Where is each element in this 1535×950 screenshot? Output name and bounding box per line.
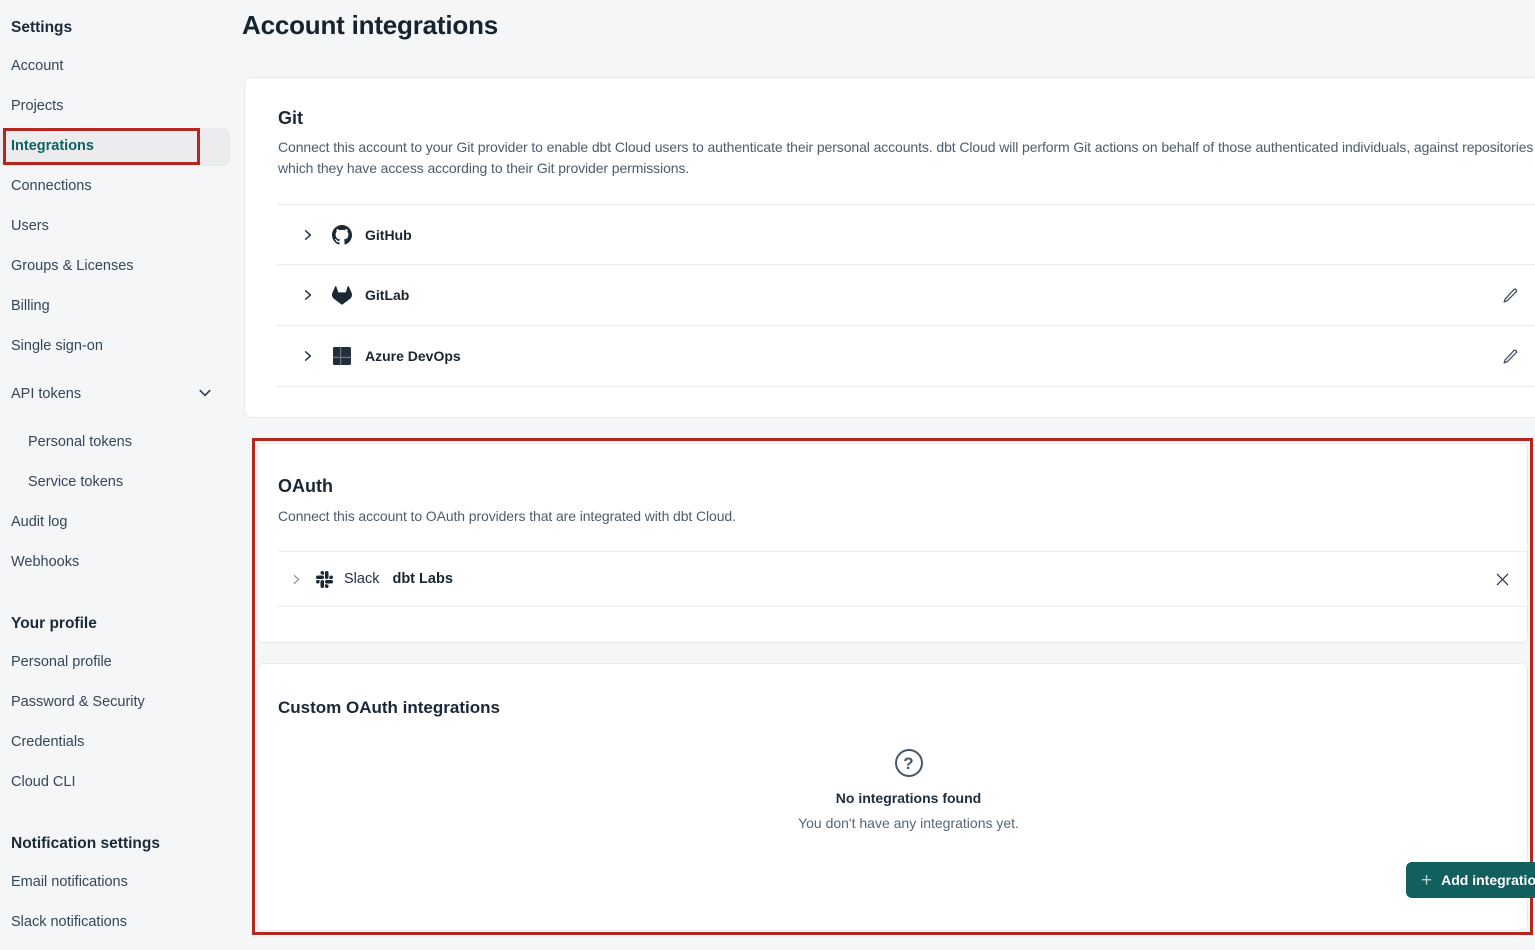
plus-icon: + (1421, 871, 1432, 890)
oauth-section-card: OAuth Connect this account to OAuth prov… (257, 443, 1528, 643)
pencil-icon (1502, 348, 1519, 365)
chevron-right-icon (289, 572, 303, 586)
sidebar-item-personal-profile[interactable]: Personal profile (11, 652, 112, 672)
github-icon (332, 225, 352, 245)
sidebar-item-groups-licenses[interactable]: Groups & Licenses (11, 256, 134, 276)
row-divider (278, 606, 1527, 607)
azure-devops-icon (333, 347, 351, 365)
sidebar-item-connections[interactable]: Connections (11, 176, 92, 196)
sidebar-heading-your-profile: Your profile (11, 614, 97, 634)
sidebar-item-projects[interactable]: Projects (11, 96, 63, 116)
sidebar-item-account[interactable]: Account (11, 56, 63, 76)
chevron-down-icon[interactable] (197, 385, 213, 401)
sidebar-item-credentials[interactable]: Credentials (11, 732, 84, 752)
row-divider (277, 386, 1535, 387)
custom-oauth-section-title: Custom OAuth integrations (278, 698, 500, 718)
oauth-section-description: Connect this account to OAuth providers … (278, 506, 1507, 527)
azure-devops-edit-button[interactable] (1497, 343, 1523, 369)
question-circle-icon: ? (895, 749, 923, 777)
git-section-card: Git Connect this account to your Git pro… (244, 77, 1535, 418)
sidebar-item-users[interactable]: Users (11, 216, 49, 236)
add-integration-button[interactable]: + Add integration (1406, 862, 1535, 898)
sidebar-item-service-tokens[interactable]: Service tokens (28, 472, 123, 492)
slack-integration-name: dbt Labs (392, 571, 452, 587)
sidebar-item-billing[interactable]: Billing (11, 296, 50, 316)
github-row[interactable]: GitHub (245, 205, 1535, 264)
settings-sidebar: Settings Account Projects Integrations C… (0, 0, 232, 950)
close-icon (1495, 572, 1510, 587)
slack-remove-button[interactable] (1489, 566, 1515, 592)
gitlab-edit-button[interactable] (1497, 282, 1523, 308)
gitlab-icon (332, 285, 352, 305)
slack-provider-label: Slack (344, 571, 379, 587)
pencil-icon (1502, 287, 1519, 304)
sidebar-item-audit-log[interactable]: Audit log (11, 512, 67, 532)
sidebar-item-password-security[interactable]: Password & Security (11, 692, 145, 712)
chevron-right-icon (301, 349, 315, 363)
sidebar-item-integrations[interactable]: Integrations (11, 136, 94, 156)
sidebar-item-personal-tokens[interactable]: Personal tokens (28, 432, 132, 452)
page-title: Account integrations (242, 10, 498, 41)
slack-oauth-row[interactable]: Slack dbt Labs (258, 552, 1527, 606)
chevron-right-icon (301, 228, 315, 242)
slack-icon (316, 571, 333, 588)
azure-devops-row[interactable]: Azure DevOps (245, 326, 1535, 386)
sidebar-item-api-tokens[interactable]: API tokens (11, 384, 81, 404)
question-glyph: ? (903, 755, 913, 772)
chevron-right-icon (301, 288, 315, 302)
empty-state-title: No integrations found (274, 790, 1535, 806)
sidebar-heading-settings: Settings (11, 18, 72, 38)
empty-state-subtitle: You don't have any integrations yet. (274, 815, 1535, 831)
gitlab-row[interactable]: GitLab (245, 265, 1535, 325)
oauth-section-title: OAuth (278, 476, 333, 497)
custom-oauth-section-card: Custom OAuth integrations ? No integrati… (257, 663, 1528, 931)
empty-state: ? No integrations found You don't have a… (274, 749, 1535, 831)
sidebar-item-single-sign-on[interactable]: Single sign-on (11, 336, 103, 356)
sidebar-heading-notification-settings: Notification settings (11, 834, 160, 854)
sidebar-item-webhooks[interactable]: Webhooks (11, 552, 79, 572)
sidebar-item-email-notifications[interactable]: Email notifications (11, 872, 128, 892)
git-section-description: Connect this account to your Git provide… (278, 137, 1535, 179)
github-row-label: GitHub (365, 227, 412, 243)
gitlab-row-label: GitLab (365, 287, 409, 303)
azure-devops-row-label: Azure DevOps (365, 348, 461, 364)
git-section-title: Git (278, 108, 303, 129)
add-integration-label: Add integration (1441, 872, 1535, 888)
sidebar-item-slack-notifications[interactable]: Slack notifications (11, 912, 127, 932)
sidebar-item-cloud-cli[interactable]: Cloud CLI (11, 772, 75, 792)
